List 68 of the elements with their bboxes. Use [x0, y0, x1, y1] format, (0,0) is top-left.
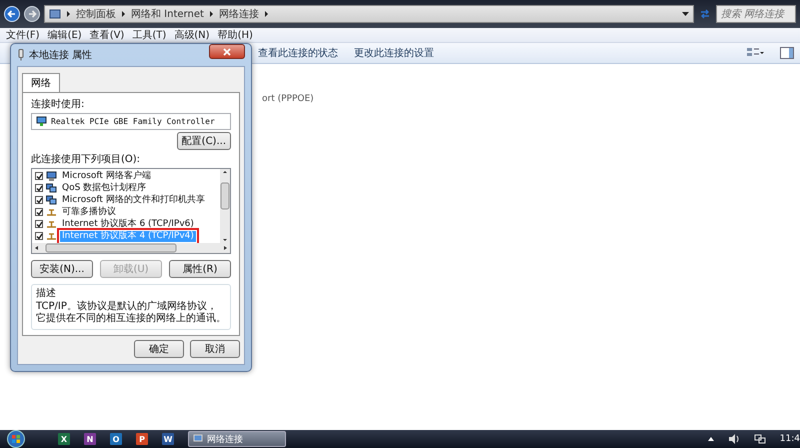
clock[interactable]: 11:4: [780, 434, 800, 444]
menu-item[interactable]: 高级(N): [174, 28, 210, 42]
tray-expand-icon[interactable]: [708, 437, 714, 441]
configure-button[interactable]: 配置(C)...: [176, 132, 231, 150]
description-text: TCP/IP。该协议是默认的广域网络协议，它提供在不同的相互连接的网络上的通讯。: [36, 301, 226, 325]
control-panel-icon: [49, 8, 61, 20]
refresh-icon[interactable]: [698, 7, 712, 21]
group-label: 描述: [36, 286, 57, 300]
computers-icon: [46, 182, 57, 194]
connection-label[interactable]: ort (PPPOE): [262, 94, 800, 104]
network-icon: [193, 434, 203, 444]
network-protocol-icon: [46, 218, 57, 230]
toolbar-button[interactable]: 更改此连接的设置: [354, 46, 434, 60]
vertical-scrollbar[interactable]: [220, 169, 230, 243]
menu-item[interactable]: 帮助(H): [218, 28, 253, 42]
dialog-button[interactable]: 确定: [134, 340, 184, 358]
list-item[interactable]: Internet 协议版本 6 (TCP/IPv6): [60, 218, 196, 230]
preview-pane-icon[interactable]: [780, 47, 794, 59]
menu-item[interactable]: 查看(V): [90, 28, 124, 42]
network-adapter-icon: [17, 49, 25, 61]
taskbar-app[interactable]: O: [110, 433, 122, 445]
checkbox[interactable]: [35, 172, 43, 180]
back-icon[interactable]: [4, 6, 20, 22]
close-button[interactable]: [209, 44, 245, 59]
taskbar-app[interactable]: P: [136, 433, 148, 445]
network-tray-icon[interactable]: [754, 434, 766, 444]
checkbox[interactable]: [35, 184, 43, 192]
taskbar-window-button[interactable]: 网络连接: [188, 431, 286, 447]
tab[interactable]: 网络: [22, 73, 60, 92]
menu-item[interactable]: 文件(F): [6, 28, 40, 42]
action-button[interactable]: 属性(R): [169, 260, 231, 278]
close-icon: [223, 48, 231, 56]
checkbox[interactable]: [35, 220, 43, 228]
start-button-icon[interactable]: [6, 430, 26, 448]
search-field[interactable]: 搜索 网络连接: [716, 5, 796, 23]
taskbar-app[interactable]: X: [58, 433, 70, 445]
taskbar-app[interactable]: W: [162, 433, 174, 445]
forward-icon[interactable]: [24, 6, 40, 22]
list-label: 此连接使用下列项目(O):: [31, 152, 142, 166]
dialog-title: 本地连接 属性: [29, 48, 92, 62]
view-options-icon[interactable]: [746, 47, 764, 59]
list-item[interactable]: Microsoft 网络客户端: [60, 170, 153, 182]
checkbox[interactable]: [35, 208, 43, 216]
breadcrumb-item[interactable]: 控制面板: [76, 7, 116, 21]
speaker-icon[interactable]: [728, 434, 740, 444]
adapter-name: Realtek PCIe GBE Family Controller: [51, 117, 215, 126]
breadcrumb-item[interactable]: 网络连接: [218, 7, 259, 21]
menu-item[interactable]: 工具(T): [132, 28, 166, 42]
field-label: 连接时使用:: [31, 98, 86, 111]
network-protocol-icon: [46, 206, 57, 218]
dropdown-caret-icon[interactable]: [682, 12, 689, 16]
toolbar-button[interactable]: 查看此连接的状态: [258, 46, 338, 60]
computers-icon: [46, 194, 57, 206]
menu-item[interactable]: 编辑(E): [48, 28, 82, 42]
address-bar[interactable]: 控制面板 网络和 Internet 网络连接: [44, 5, 694, 23]
network-card-icon: [36, 116, 47, 127]
checkbox[interactable]: [35, 232, 43, 240]
checkbox[interactable]: [35, 196, 43, 204]
list-item[interactable]: QoS 数据包计划程序: [60, 182, 148, 194]
breadcrumb-item[interactable]: 网络和 Internet: [131, 7, 204, 21]
taskbar-app[interactable]: N: [84, 433, 96, 445]
computer-icon: [46, 170, 57, 182]
action-button[interactable]: 安装(N)...: [31, 260, 93, 278]
list-item[interactable]: Microsoft 网络的文件和打印机共享: [60, 194, 207, 206]
list-item[interactable]: 可靠多播协议: [60, 206, 118, 218]
dialog-button[interactable]: 取消: [190, 340, 240, 358]
network-protocol-icon: [46, 230, 57, 242]
horizontal-scrollbar[interactable]: [32, 243, 230, 253]
